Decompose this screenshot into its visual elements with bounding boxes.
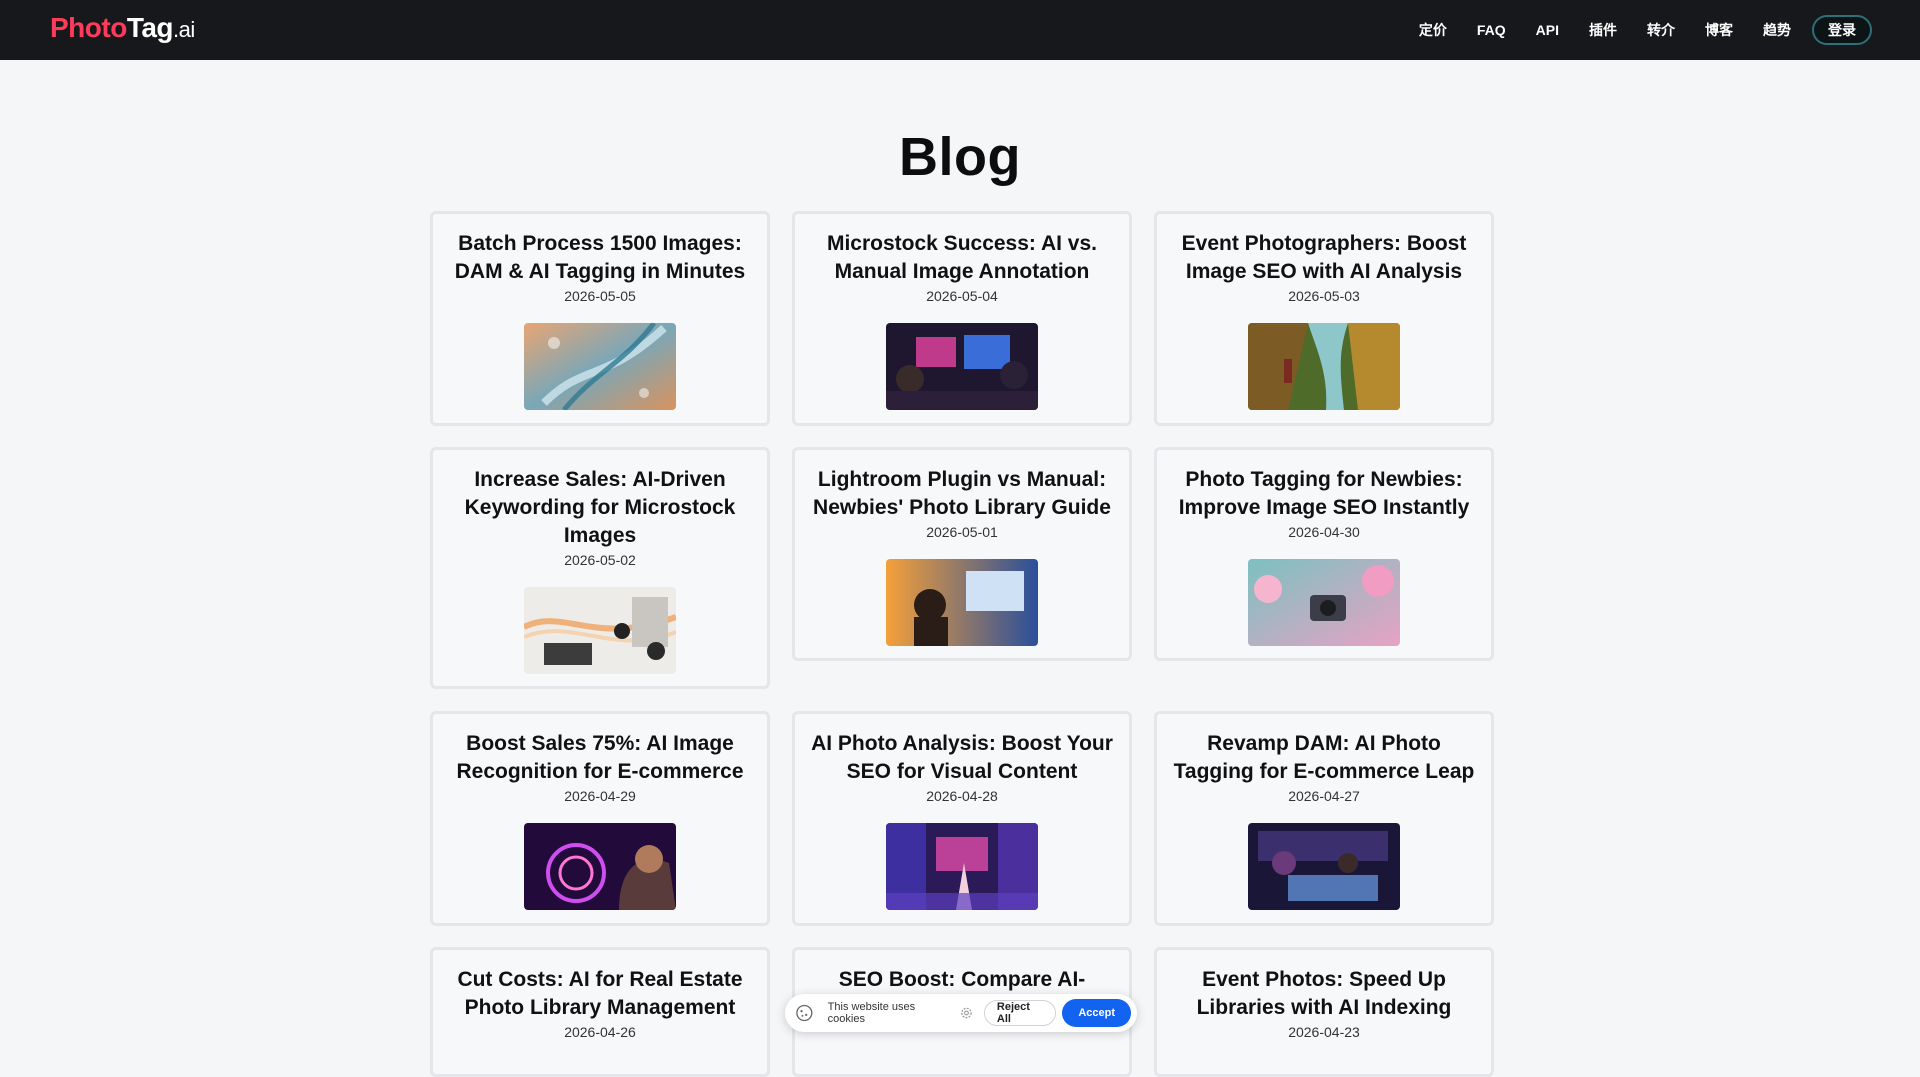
post-title[interactable]: Event Photos: Speed Up Libraries with AI…: [1157, 966, 1491, 1022]
post-title[interactable]: Event Photographers: Boost Image SEO wit…: [1157, 230, 1491, 286]
cookie-consent-bar: This website uses cookies Reject All Acc…: [785, 994, 1137, 1032]
post-date: 2026-04-27: [1288, 788, 1360, 804]
post-date: 2026-04-28: [926, 788, 998, 804]
post-thumbnail[interactable]: [524, 587, 676, 674]
post-thumbnail[interactable]: [886, 323, 1038, 410]
blog-card[interactable]: Event Photos: Speed Up Libraries with AI…: [1154, 947, 1494, 1077]
blog-card[interactable]: Cut Costs: AI for Real Estate Photo Libr…: [430, 947, 770, 1077]
blog-card[interactable]: AI Photo Analysis: Boost Your SEO for Vi…: [792, 711, 1132, 926]
reject-all-button[interactable]: Reject All: [983, 1000, 1057, 1026]
post-date: 2026-04-23: [1288, 1024, 1360, 1040]
post-date: 2026-04-26: [564, 1024, 636, 1040]
accept-button[interactable]: Accept: [1062, 999, 1131, 1027]
post-thumbnail[interactable]: [1248, 823, 1400, 910]
post-date: 2026-05-04: [926, 288, 998, 304]
post-thumbnail[interactable]: [1248, 559, 1400, 646]
post-thumbnail[interactable]: [524, 323, 676, 410]
post-date: 2026-05-05: [564, 288, 636, 304]
post-title[interactable]: Boost Sales 75%: AI Image Recognition fo…: [433, 730, 767, 786]
blog-card[interactable]: Batch Process 1500 Images: DAM & AI Tagg…: [430, 211, 770, 426]
blog-grid: Batch Process 1500 Images: DAM & AI Tagg…: [0, 0, 1920, 1077]
cookie-text: This website uses cookies: [827, 1001, 916, 1025]
blog-card[interactable]: Increase Sales: AI-Driven Keywording for…: [430, 447, 770, 689]
post-title[interactable]: Lightroom Plugin vs Manual: Newbies' Pho…: [795, 466, 1129, 522]
blog-card[interactable]: Photo Tagging for Newbies: Improve Image…: [1154, 447, 1494, 661]
post-thumbnail[interactable]: [524, 823, 676, 910]
post-thumbnail[interactable]: [1248, 323, 1400, 410]
blog-card[interactable]: Microstock Success: AI vs. Manual Image …: [792, 211, 1132, 426]
post-thumbnail[interactable]: [886, 823, 1038, 910]
blog-card[interactable]: Boost Sales 75%: AI Image Recognition fo…: [430, 711, 770, 926]
post-date: 2026-04-29: [564, 788, 636, 804]
post-title[interactable]: AI Photo Analysis: Boost Your SEO for Vi…: [795, 730, 1129, 786]
post-title[interactable]: Photo Tagging for Newbies: Improve Image…: [1157, 466, 1491, 522]
post-thumbnail[interactable]: [886, 559, 1038, 646]
post-date: 2026-05-03: [1288, 288, 1360, 304]
post-title[interactable]: Revamp DAM: AI Photo Tagging for E-comme…: [1157, 730, 1491, 786]
blog-card[interactable]: Event Photographers: Boost Image SEO wit…: [1154, 211, 1494, 426]
post-title[interactable]: Increase Sales: AI-Driven Keywording for…: [433, 466, 767, 550]
gear-icon[interactable]: [959, 1005, 974, 1021]
post-title[interactable]: Microstock Success: AI vs. Manual Image …: [795, 230, 1129, 286]
blog-card[interactable]: Revamp DAM: AI Photo Tagging for E-comme…: [1154, 711, 1494, 926]
post-date: 2026-05-02: [564, 552, 636, 568]
post-date: 2026-04-30: [1288, 524, 1360, 540]
post-title[interactable]: Cut Costs: AI for Real Estate Photo Libr…: [433, 966, 767, 1022]
post-title[interactable]: Batch Process 1500 Images: DAM & AI Tagg…: [433, 230, 767, 286]
post-date: 2026-05-01: [926, 524, 998, 540]
cookie-icon: [796, 1004, 813, 1022]
blog-card[interactable]: Lightroom Plugin vs Manual: Newbies' Pho…: [792, 447, 1132, 661]
